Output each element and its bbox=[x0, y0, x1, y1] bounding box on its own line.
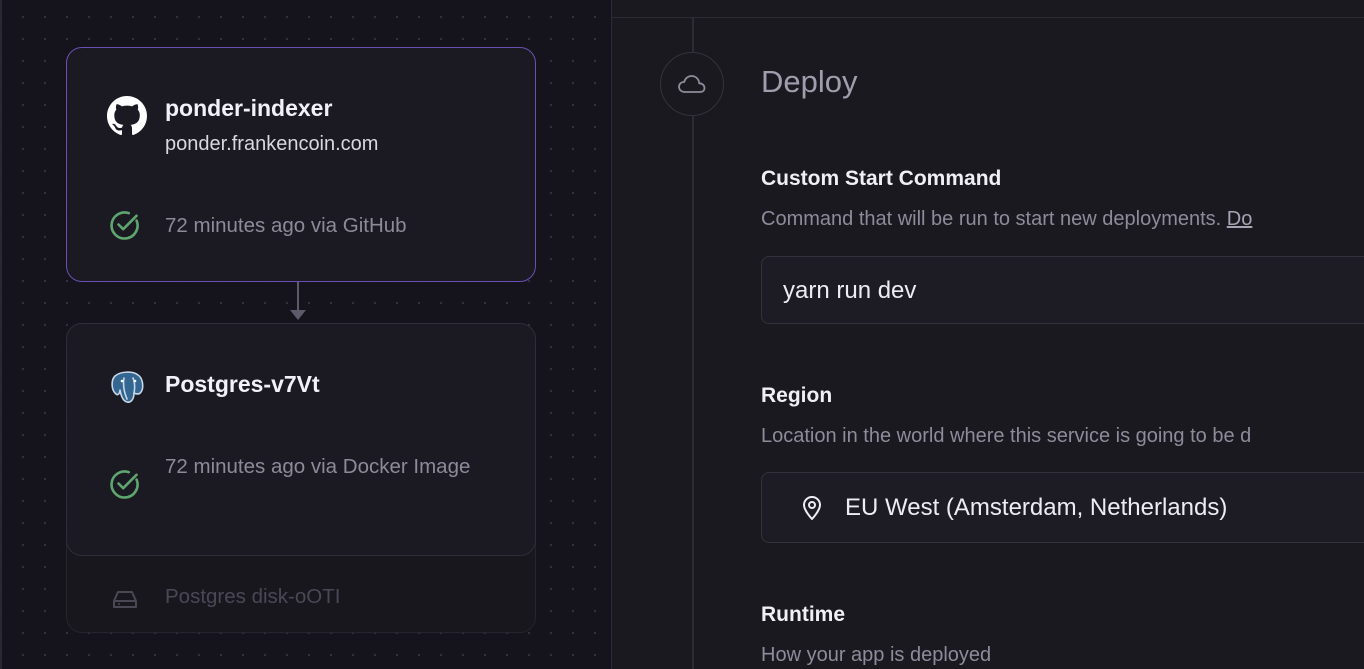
section-title: Deploy bbox=[761, 64, 858, 99]
cloud-icon bbox=[678, 75, 706, 93]
region-label: Region bbox=[761, 384, 833, 407]
project-canvas[interactable]: ponder-indexer ponder.frankencoin.com 72… bbox=[0, 0, 613, 669]
check-circle-icon bbox=[110, 211, 139, 240]
runtime-label: Runtime bbox=[761, 603, 845, 626]
deploy-status: 72 minutes ago via Docker Image bbox=[165, 455, 471, 478]
region-value: EU West (Amsterdam, Netherlands) bbox=[845, 494, 1228, 521]
panel-divider bbox=[612, 17, 1364, 18]
start-command-input[interactable]: yarn run dev bbox=[761, 256, 1364, 324]
map-pin-icon bbox=[803, 496, 821, 520]
start-command-description: Command that will be run to start new de… bbox=[761, 208, 1252, 231]
start-command-value: yarn run dev bbox=[783, 277, 917, 304]
volume-name: Postgres disk-oOTI bbox=[165, 585, 341, 608]
github-icon bbox=[107, 96, 147, 136]
runtime-description: How your app is deployed bbox=[761, 644, 992, 666]
region-select[interactable]: EU West (Amsterdam, Netherlands) bbox=[761, 472, 1364, 543]
service-name: Postgres-v7Vt bbox=[165, 371, 320, 397]
region-description: Location in the world where this service… bbox=[761, 425, 1252, 447]
deploy-step-marker bbox=[660, 52, 724, 116]
postgres-icon bbox=[111, 371, 144, 403]
connector-arrow-icon bbox=[290, 310, 306, 320]
service-name: ponder-indexer bbox=[165, 95, 333, 121]
docs-link[interactable]: Do bbox=[1227, 208, 1253, 230]
service-card-ponder-indexer[interactable]: ponder-indexer ponder.frankencoin.com 72… bbox=[66, 47, 536, 282]
service-card-postgres[interactable]: Postgres-v7Vt 72 minutes ago via Docker … bbox=[66, 323, 536, 556]
check-circle-icon bbox=[110, 470, 139, 499]
start-command-label: Custom Start Command bbox=[761, 167, 1002, 190]
service-domain: ponder.frankencoin.com bbox=[165, 133, 379, 155]
deploy-status: 72 minutes ago via GitHub bbox=[165, 214, 407, 237]
start-command-description-text: Command that will be run to start new de… bbox=[761, 208, 1222, 230]
hard-drive-icon bbox=[113, 591, 137, 608]
service-settings-panel: Deploy Custom Start Command Command that… bbox=[611, 0, 1364, 669]
